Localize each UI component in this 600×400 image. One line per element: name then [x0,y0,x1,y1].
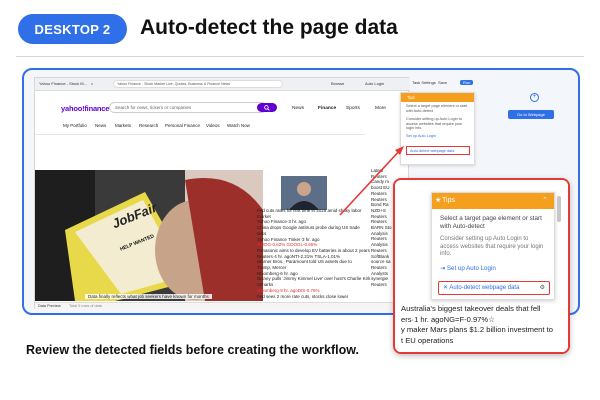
news-headline[interactable]: Fed sees 2 more rate cuts, stocks close … [257,294,377,300]
tips-header: Tips [401,93,474,102]
nav-divider [35,134,365,135]
nav-sports[interactable]: Sports [346,106,360,111]
tips-icon: ★ [435,197,442,204]
auto-detect-button-small[interactable]: Auto-detect webpage data [406,146,470,155]
collapse-chevron-icon[interactable]: ⌃ [542,193,548,209]
tips-title: Tips [442,197,455,204]
nav-finance[interactable]: Finance [318,106,336,111]
search-button[interactable] [257,103,277,112]
address-bar[interactable]: Yahoo Finance - Stock Market Live, Quote… [113,80,283,88]
tips-header-large: ★ Tips ⌃ [432,193,554,209]
zoomed-news-line[interactable]: Australia's biggest takeover deals that … [401,304,568,315]
zoomed-news-line[interactable]: t EU operations [401,336,568,347]
tips-text-login: Consider setting up Auto Login to access… [406,117,463,131]
hero-photo[interactable]: JobFair HELP WANTED [35,170,263,301]
browser-tabbar: Yahoo Finance - Stock M... × Yahoo Finan… [35,78,410,91]
news-headline[interactable]: Panasonic aims to develop EV batteries i… [257,248,377,254]
search-input[interactable]: Search for news, tickers or companies [109,102,267,113]
tips-login-hint: Consider setting up Auto Login to access… [440,236,544,257]
subnav-news[interactable]: News [95,123,106,128]
settings-gear-icon[interactable]: ⚙ [540,282,545,294]
tips-panel: ★ Tips ⌃ Select a target page element or… [431,192,555,300]
thumbnail-photo [281,176,327,210]
embedded-browser: Yahoo Finance - Stock M... × Yahoo Finan… [34,77,410,310]
browse-toggle[interactable]: Browse [331,81,344,86]
tab-close-icon[interactable]: × [91,81,93,86]
setup-auto-login-link-large[interactable]: ⇥ Set up Auto Login [432,259,554,272]
subnav-videos[interactable]: Videos [206,123,220,128]
news-thumbnail[interactable] [281,176,327,210]
data-preview-label[interactable]: Data Preview [38,304,61,308]
photo-caption[interactable]: Data finally reflects what job seekers h… [85,294,212,299]
subnav-my-portfolio[interactable]: My Portfolio [63,123,87,128]
task-settings-button[interactable]: Task Settings [412,80,436,85]
news-headline[interactable]: China drops Google antitrust probe durin… [257,225,377,231]
run-button[interactable]: Run [460,80,474,85]
go-to-webpage-button[interactable]: Go to Webpage [508,110,554,119]
save-button[interactable]: Save [438,80,447,85]
subnav-personal-finance[interactable]: Personal Finance [165,123,200,128]
setup-auto-login-label: Set up Auto Login [446,264,496,272]
tips-instruction: Select a target page element or start wi… [440,215,542,230]
yahoo-finance-logo[interactable]: yahoo!finance [61,104,109,113]
login-icon: ⇥ [440,264,447,272]
nav-news[interactable]: News [292,106,304,111]
tips-panel-small: Tips Select a target page element or sta… [400,92,475,165]
browser-tab[interactable]: Yahoo Finance - Stock M... [39,81,87,86]
auto-login-button[interactable]: Auto Login [365,81,384,86]
auto-detect-label: Auto-detect webpage data [449,285,520,291]
data-preview-bar: Data Preview Total 0 rows of data [35,302,410,310]
tips-text: Select a target page element or start wi… [406,104,468,113]
zoomed-tips-callout: ★ Tips ⌃ Select a target page element or… [393,178,570,354]
zoomed-news-line[interactable]: ers·1 hr. agoNG=F-0.97%☆ [401,315,568,326]
setup-auto-login-link[interactable]: Set up Auto Login [401,133,474,139]
auto-detect-webpage-data-button[interactable]: ✕ Auto-detect webpage data ⚙ [438,281,550,295]
zoomed-news-lines: Australia's biggest takeover deals that … [401,304,568,347]
scrollbar[interactable] [557,196,561,222]
row-count: Total 0 rows of data [69,304,102,308]
divider [16,56,584,57]
news-headline[interactable]: Fed cuts rates for first time in 2025 am… [257,208,377,214]
nav-more[interactable]: More [375,106,386,111]
search-icon [264,104,270,111]
step-badge: DESKTOP 2 [18,14,127,44]
page-title: Auto-detect the page data [140,16,398,39]
news-headline[interactable]: Disney pulls 'Jimmy Kimmel Live' over ho… [257,276,377,282]
subnav-research[interactable]: Research [139,123,158,128]
subnav-watch-now[interactable]: Watch Now [227,123,250,128]
zoomed-news-line[interactable]: y maker Mars plans $1.2 billion investme… [401,325,568,336]
news-feed: Fed cuts rates for first time in 2025 am… [257,208,377,299]
subnav-markets[interactable]: Markets [115,123,131,128]
add-step-icon[interactable]: + [530,93,539,102]
step-caption: Review the detected fields before creati… [26,343,359,357]
